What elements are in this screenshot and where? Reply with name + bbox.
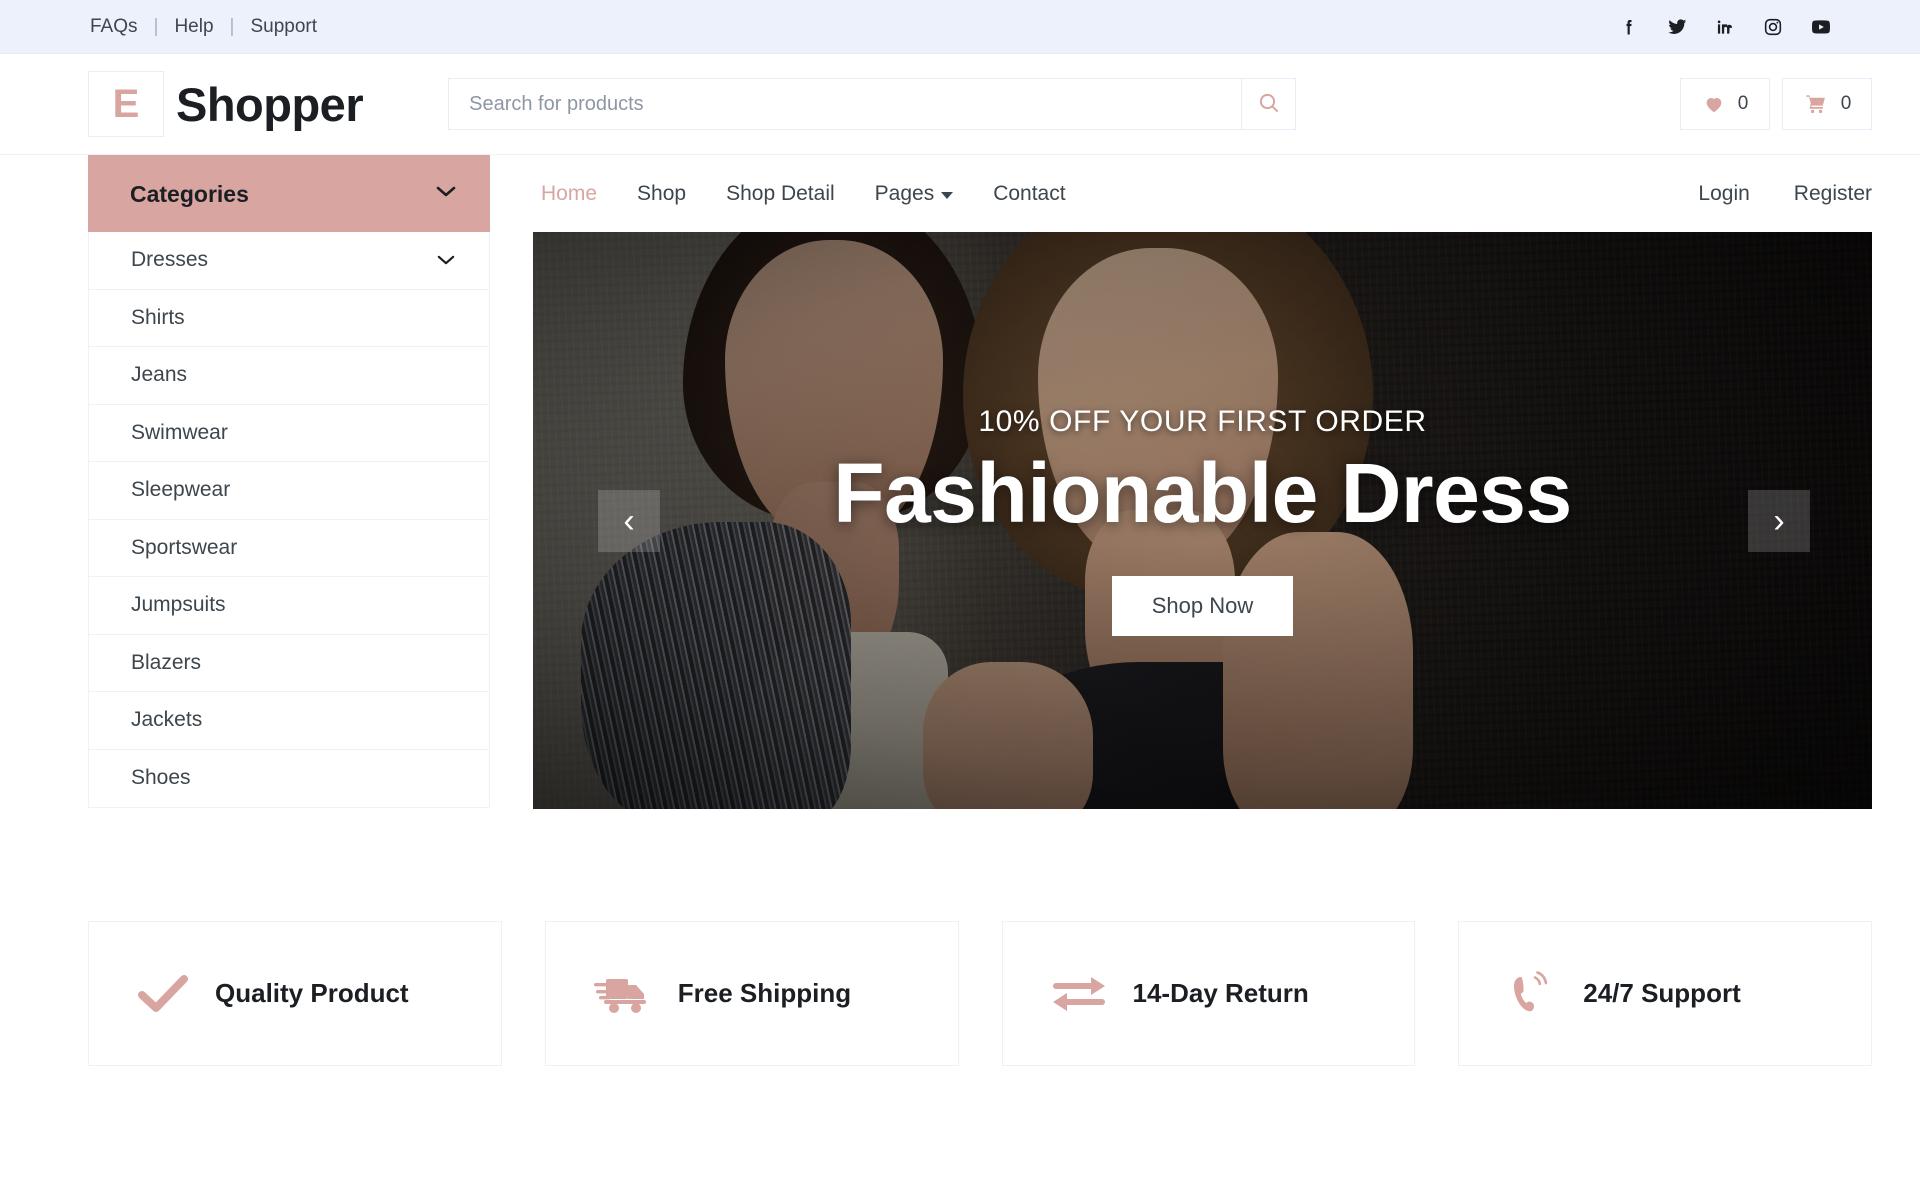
logo-badge: E (88, 71, 164, 137)
main-navbar: Home Shop Shop Detail Pages Contact Logi… (533, 155, 1872, 233)
cart-button[interactable]: 0 (1782, 78, 1872, 130)
chevron-down-icon (436, 185, 456, 203)
category-label: Sleepwear (131, 478, 231, 502)
categories-toggle[interactable]: Categories (88, 155, 490, 233)
hero-carousel: 10% OFF YOUR FIRST ORDER Fashionable Dre… (533, 232, 1872, 809)
facebook-icon[interactable] (1618, 16, 1640, 38)
category-label: Dresses (131, 248, 209, 272)
exchange-arrows-icon (1051, 974, 1107, 1014)
register-link[interactable]: Register (1772, 182, 1872, 206)
instagram-icon[interactable] (1762, 16, 1784, 38)
category-item-shoes[interactable]: Shoes (89, 750, 489, 808)
shopping-cart-icon (1803, 92, 1829, 116)
heart-icon (1702, 93, 1726, 115)
wishlist-button[interactable]: 0 (1680, 78, 1770, 130)
shop-now-button[interactable]: Shop Now (1111, 576, 1294, 636)
feature-label: Quality Product (215, 978, 409, 1008)
nav-links: Home Shop Shop Detail Pages Contact (533, 182, 1086, 206)
carousel-prev-button[interactable]: ‹ (598, 489, 660, 552)
topbar-link-help[interactable]: Help (172, 16, 215, 38)
topbar-link-support[interactable]: Support (248, 16, 319, 38)
nav-item-shop[interactable]: Shop (617, 182, 706, 206)
caret-down-icon (941, 192, 954, 199)
category-item-shirts[interactable]: Shirts (89, 290, 489, 347)
category-item-sportswear[interactable]: Sportswear (89, 520, 489, 577)
nav-item-shop-detail[interactable]: Shop Detail (706, 182, 855, 206)
feature-label: Free Shipping (677, 978, 852, 1008)
cart-count: 0 (1840, 93, 1852, 114)
feature-strip: Quality Product Free Shipping 14-Day Ret… (0, 921, 1920, 1066)
check-icon (137, 973, 189, 1015)
social-links (1618, 16, 1880, 38)
category-item-swimwear[interactable]: Swimwear (89, 405, 489, 462)
wishlist-count: 0 (1737, 93, 1749, 114)
nav-item-label: Home (541, 182, 598, 205)
category-item-jumpsuits[interactable]: Jumpsuits (89, 577, 489, 635)
category-label: Shoes (131, 766, 191, 790)
nav-item-contact[interactable]: Contact (973, 182, 1085, 206)
carousel-next-button[interactable]: › (1748, 489, 1810, 552)
top-bar: FAQs | Help | Support (0, 0, 1920, 54)
shipping-truck-icon (593, 973, 652, 1015)
account-links: Login Register (1676, 182, 1872, 206)
search-icon (1257, 91, 1281, 118)
category-item-dresses[interactable]: Dresses (89, 232, 489, 290)
topbar-separator: | (153, 15, 159, 37)
search-input[interactable] (449, 79, 1242, 129)
login-link[interactable]: Login (1676, 182, 1771, 206)
search-bar (448, 78, 1297, 130)
category-label: Swimwear (131, 420, 228, 444)
twitter-icon[interactable] (1666, 16, 1688, 38)
category-item-jeans[interactable]: Jeans (89, 347, 489, 405)
category-item-jackets[interactable]: Jackets (89, 692, 489, 750)
feature-quality-product: Quality Product (88, 921, 502, 1066)
nav-item-label: Pages (874, 182, 935, 205)
nav-row: Categories Home Shop Shop Detail Pages C… (0, 154, 1920, 233)
feature-14-day-return: 14-Day Return (1001, 921, 1416, 1066)
top-bar-links: FAQs | Help | Support (88, 16, 319, 38)
feature-label: 14-Day Return (1132, 978, 1309, 1008)
register-label: Register (1793, 182, 1872, 205)
phone-ringing-icon (1507, 970, 1557, 1017)
chevron-down-icon (437, 248, 455, 272)
search-button[interactable] (1241, 79, 1296, 129)
site-header: E Shopper 0 0 (0, 54, 1920, 154)
nav-item-label: Shop (637, 182, 687, 205)
category-label: Shirts (131, 305, 185, 329)
nav-item-label: Shop Detail (726, 182, 835, 205)
topbar-separator: | (229, 15, 235, 37)
nav-item-home[interactable]: Home (533, 182, 617, 206)
category-label: Jumpsuits (131, 593, 226, 617)
hero-subtitle: 10% OFF YOUR FIRST ORDER (978, 405, 1427, 438)
header-actions: 0 0 (1680, 78, 1872, 130)
login-label: Login (1698, 182, 1750, 205)
linkedin-icon[interactable] (1714, 16, 1736, 38)
main-content: Dresses Shirts Jeans Swimwear Sleepwear … (0, 232, 1920, 809)
topbar-link-faqs[interactable]: FAQs (88, 16, 140, 38)
hero-content: 10% OFF YOUR FIRST ORDER Fashionable Dre… (533, 232, 1872, 809)
category-label: Blazers (131, 650, 202, 674)
category-label: Jeans (131, 363, 188, 387)
category-item-sleepwear[interactable]: Sleepwear (89, 462, 489, 520)
feature-24-7-support: 24/7 Support (1458, 921, 1872, 1066)
logo-text: Shopper (176, 77, 364, 131)
feature-free-shipping: Free Shipping (544, 921, 959, 1066)
category-list: Dresses Shirts Jeans Swimwear Sleepwear … (88, 232, 490, 808)
feature-label: 24/7 Support (1583, 978, 1741, 1008)
youtube-icon[interactable] (1810, 16, 1832, 38)
categories-title: Categories (130, 180, 249, 207)
site-logo[interactable]: E Shopper (88, 71, 364, 137)
nav-item-label: Contact (993, 182, 1066, 205)
category-label: Jackets (131, 708, 203, 732)
category-label: Sportswear (131, 535, 238, 559)
nav-item-pages[interactable]: Pages (855, 182, 974, 206)
category-item-blazers[interactable]: Blazers (89, 635, 489, 692)
hero-title: Fashionable Dress (833, 446, 1572, 540)
